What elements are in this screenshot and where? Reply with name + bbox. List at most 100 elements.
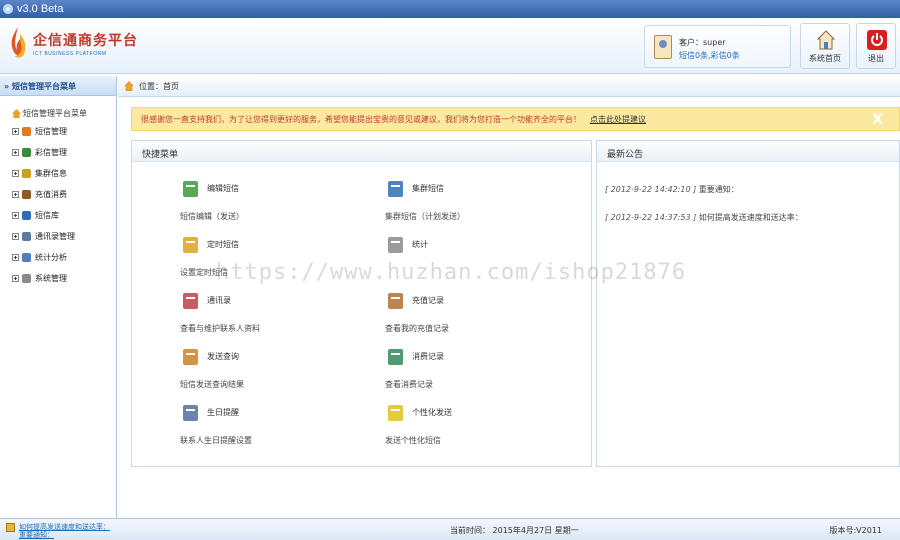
logo-subtitle: ICT BUSINESS PLATFORM xyxy=(33,50,107,57)
quick-menu-title[interactable]: 发送查询 xyxy=(207,351,239,362)
stats-icon xyxy=(22,253,31,262)
sidebar-item[interactable]: 集群信息 xyxy=(0,163,116,184)
news-item[interactable]: [ 2012-9-22 14:37:53 ] 如何提高发送速度和送达率： xyxy=(605,212,803,223)
expand-icon[interactable] xyxy=(12,233,19,240)
quick-menu-item[interactable]: 通讯录查看与维护联系人资料 xyxy=(180,291,380,335)
birthday-icon xyxy=(183,405,198,421)
sidebar: » 短信管理平台菜单 短信管理平台菜单 短信管理彩信管理集群信息充值消费短信库通… xyxy=(0,76,117,518)
logo: 企信通商务平台 ICT BUSINESS PLATFORM xyxy=(8,26,138,60)
news-item[interactable]: [ 2012-9-22 14:42:10 ] 重要通知： xyxy=(605,184,739,195)
sidebar-item[interactable]: 短信库 xyxy=(0,205,116,226)
download-icon xyxy=(388,349,403,365)
home-label: 系统首页 xyxy=(809,54,841,63)
expand-icon[interactable] xyxy=(12,191,19,198)
expand-icon[interactable] xyxy=(12,128,19,135)
edit-sms-icon xyxy=(183,181,198,197)
quick-menu-item[interactable]: 充值记录查看我的充值记录 xyxy=(385,291,585,335)
lightbulb-icon xyxy=(388,405,403,421)
tree-root-label: 短信管理平台菜单 xyxy=(23,109,87,118)
sidebar-item[interactable]: 彩信管理 xyxy=(0,142,116,163)
sidebar-item-label: 彩信管理 xyxy=(35,148,67,157)
expand-icon[interactable] xyxy=(12,254,19,261)
quick-menu-title[interactable]: 定时短信 xyxy=(207,239,239,250)
system-home-button[interactable]: 系统首页 xyxy=(800,23,850,69)
footer-notice-2[interactable]: 重要通知： xyxy=(19,531,110,539)
notice-icon xyxy=(6,523,15,532)
quick-menu-desc[interactable]: 查看我的充值记录 xyxy=(385,323,449,334)
notice-text: 很感谢您一直支持我们，为了让您得到更好的服务，希望您能提出宝贵的意见或建议，我们… xyxy=(141,114,581,124)
expand-icon[interactable] xyxy=(12,170,19,177)
quick-menu-desc[interactable]: 联系人生日提醒设置 xyxy=(180,435,252,446)
contacts-icon xyxy=(22,232,31,241)
tree-root[interactable]: 短信管理平台菜单 xyxy=(12,108,116,119)
quick-menu-desc[interactable]: 查看消费记录 xyxy=(385,379,433,390)
suggestion-link[interactable]: 点击此处提建议 xyxy=(590,114,646,125)
quick-menu-title[interactable]: 生日提醒 xyxy=(207,407,239,418)
sidebar-item[interactable]: 系统管理 xyxy=(0,268,116,289)
logout-label: 退出 xyxy=(868,54,884,63)
quick-menu-title[interactable]: 消费记录 xyxy=(412,351,444,362)
user-card-icon xyxy=(654,35,672,59)
quick-menu-desc[interactable]: 短信编辑（发送） xyxy=(180,211,244,222)
news-title-link[interactable]: 重要通知： xyxy=(699,185,739,194)
cluster-icon xyxy=(22,169,31,178)
sidebar-item[interactable]: 充值消费 xyxy=(0,184,116,205)
quick-menu-title[interactable]: 集群短信 xyxy=(412,183,444,194)
app-header: 企信通商务平台 ICT BUSINESS PLATFORM 客户：super 短… xyxy=(0,18,900,74)
mms-icon xyxy=(22,148,31,157)
quick-menu-title[interactable]: 统计 xyxy=(412,239,428,250)
house-icon xyxy=(817,30,835,50)
sidebar-item-label: 充值消费 xyxy=(35,190,67,199)
user-info-box: 客户：super 短信0条,彩信0条 xyxy=(644,25,791,68)
expand-icon[interactable] xyxy=(12,149,19,156)
news-title-link[interactable]: 如何提高发送速度和送达率： xyxy=(699,213,803,222)
quick-menu-title[interactable]: 通讯录 xyxy=(207,295,231,306)
quick-menu-item[interactable]: 编辑短信短信编辑（发送） xyxy=(180,179,380,223)
sidebar-item-label: 系统管理 xyxy=(35,274,67,283)
quick-menu-title[interactable]: 充值记录 xyxy=(412,295,444,306)
quick-menu-desc[interactable]: 短信发送查询结果 xyxy=(180,379,244,390)
sidebar-item[interactable]: 统计分析 xyxy=(0,247,116,268)
notice-banner: 很感谢您一直支持我们，为了让您得到更好的服务，希望您能提出宝贵的意见或建议，我们… xyxy=(131,107,900,131)
recharge-icon xyxy=(22,190,31,199)
window-titlebar: v3.0 Beta xyxy=(0,0,900,18)
group-sms-icon xyxy=(388,181,403,197)
expand-icon[interactable] xyxy=(12,212,19,219)
quick-menu-title[interactable]: 编辑短信 xyxy=(207,183,239,194)
quick-menu-desc[interactable]: 设置定时短信 xyxy=(180,267,228,278)
chart-icon xyxy=(388,237,403,253)
logout-button[interactable]: 退出 xyxy=(856,23,896,69)
logo-name: 企信通商务平台 xyxy=(33,32,138,49)
quick-menu-item[interactable]: 定时短信设置定时短信 xyxy=(180,235,380,279)
quick-menu-item[interactable]: 生日提醒联系人生日提醒设置 xyxy=(180,403,380,447)
close-icon[interactable]: X xyxy=(872,112,883,128)
window-title: v3.0 Beta xyxy=(17,3,64,15)
quick-menu-title: 快捷菜单 xyxy=(132,141,591,162)
quick-menu-item[interactable]: 消费记录查看消费记录 xyxy=(385,347,585,391)
quick-menu-desc[interactable]: 集群短信（计划发送） xyxy=(385,211,465,222)
quick-menu-item[interactable]: 统计 xyxy=(385,235,585,279)
quick-menu-desc[interactable]: 发送个性化短信 xyxy=(385,435,441,446)
sidebar-item[interactable]: 短信管理 xyxy=(0,121,116,142)
breadcrumb: 位置：首页 xyxy=(118,76,900,97)
sidebar-title: » 短信管理平台菜单 xyxy=(0,76,116,96)
quick-menu-item[interactable]: 发送查询短信发送查询结果 xyxy=(180,347,380,391)
sidebar-item[interactable]: 通讯录管理 xyxy=(0,226,116,247)
current-time: 当前时间： 2015年4月27日 星期一 xyxy=(450,526,579,535)
sidebar-item-label: 通讯录管理 xyxy=(35,232,75,241)
news-title: 最新公告 xyxy=(597,141,899,162)
version-label: 版本号:V2011 xyxy=(829,526,882,535)
quick-menu-item[interactable]: 集群短信集群短信（计划发送） xyxy=(385,179,585,223)
house-icon xyxy=(124,81,134,91)
quick-menu-item[interactable]: 个性化发送发送个性化短信 xyxy=(385,403,585,447)
quick-menu-title[interactable]: 个性化发送 xyxy=(412,407,452,418)
flame-logo-icon xyxy=(8,26,28,60)
news-panel: 最新公告 [ 2012-9-22 14:42:10 ] 重要通知：[ 2012-… xyxy=(596,140,900,467)
expand-icon[interactable] xyxy=(12,275,19,282)
house-icon xyxy=(12,109,21,118)
news-date: [ 2012-9-22 14:42:10 ] xyxy=(605,185,697,194)
footer-notice-1[interactable]: 如何提高发送速度和送达率： xyxy=(19,523,110,531)
sidebar-menu: 短信管理彩信管理集群信息充值消费短信库通讯录管理统计分析系统管理 xyxy=(0,121,116,289)
sidebar-item-label: 短信库 xyxy=(35,211,59,220)
quick-menu-desc[interactable]: 查看与维护联系人资料 xyxy=(180,323,260,334)
